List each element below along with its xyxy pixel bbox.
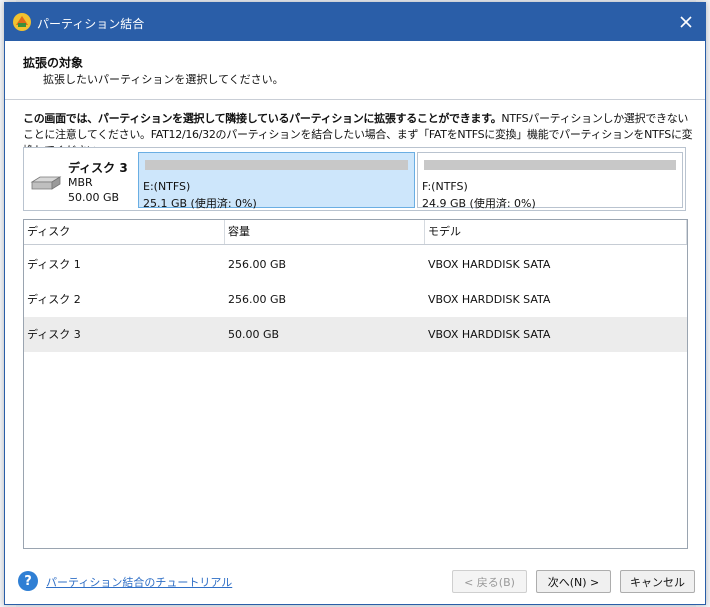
cancel-button[interactable]: キャンセル [620, 570, 695, 593]
partition-e[interactable]: E:(NTFS) 25.1 GB (使用済: 0%) [138, 152, 415, 210]
partition-label: F:(NTFS) [422, 180, 468, 193]
instruction-bold: この画面では、パーティションを選択して隣接しているパーティションに拡張することが… [23, 112, 502, 125]
partition-info: 25.1 GB (使用済: 0%) [143, 197, 257, 210]
column-header-capacity[interactable]: 容量 [225, 220, 425, 244]
header-subtitle: 拡張したいパーティションを選択してください。 [43, 73, 284, 86]
partition-info: 24.9 GB (使用済: 0%) [422, 197, 536, 210]
cell-capacity: 50.00 GB [228, 328, 280, 341]
cell-model: VBOX HARDDISK SATA [428, 258, 551, 271]
cell-capacity: 256.00 GB [228, 293, 287, 306]
column-header-disk[interactable]: ディスク [24, 220, 225, 244]
table-row[interactable]: ディスク 1 256.00 GB VBOX HARDDISK SATA [24, 247, 687, 282]
partition-f[interactable]: F:(NTFS) 24.9 GB (使用済: 0%) [417, 152, 683, 210]
disk-name: ディスク 3 [68, 161, 128, 175]
merge-app-icon [13, 13, 31, 31]
next-button[interactable]: 次へ(N) > [536, 570, 611, 593]
tutorial-link[interactable]: パーティション結合のチュートリアル [46, 574, 232, 590]
dialog-titlebar: パーティション結合 [5, 3, 705, 41]
close-icon [680, 16, 692, 28]
dialog-title: パーティション結合 [37, 17, 145, 31]
cell-capacity: 256.00 GB [228, 258, 287, 271]
hard-disk-icon [30, 176, 62, 190]
header-title: 拡張の対象 [23, 56, 84, 70]
column-header-model[interactable]: モデル [425, 220, 687, 244]
cell-model: VBOX HARDDISK SATA [428, 293, 551, 306]
close-button[interactable] [667, 3, 705, 41]
table-row[interactable]: ディスク 3 50.00 GB VBOX HARDDISK SATA [24, 317, 687, 352]
disk-table: ディスク 容量 モデル ディスク 1 256.00 GB VBOX HARDDI… [23, 219, 688, 549]
cell-disk: ディスク 1 [27, 258, 81, 271]
table-row[interactable]: ディスク 2 256.00 GB VBOX HARDDISK SATA [24, 282, 687, 317]
disk-size: 50.00 GB [68, 191, 120, 204]
merge-partition-dialog: パーティション結合 拡張の対象 拡張したいパーティションを選択してください。 こ… [4, 2, 706, 605]
cell-disk: ディスク 3 [27, 328, 81, 341]
back-button[interactable]: < 戻る(B) [452, 570, 527, 593]
cell-disk: ディスク 2 [27, 293, 81, 306]
cell-model: VBOX HARDDISK SATA [428, 328, 551, 341]
disk-map: ディスク 3 MBR 50.00 GB E:(NTFS) 25.1 GB (使用… [23, 147, 686, 211]
table-header: ディスク 容量 モデル [24, 220, 687, 245]
disk-type: MBR [68, 176, 93, 189]
partition-usage-bar [145, 160, 408, 170]
partition-label: E:(NTFS) [143, 180, 191, 193]
dialog-header: 拡張の対象 拡張したいパーティションを選択してください。 [5, 41, 705, 100]
partition-usage-bar [424, 160, 676, 170]
help-icon[interactable]: ? [18, 571, 38, 591]
